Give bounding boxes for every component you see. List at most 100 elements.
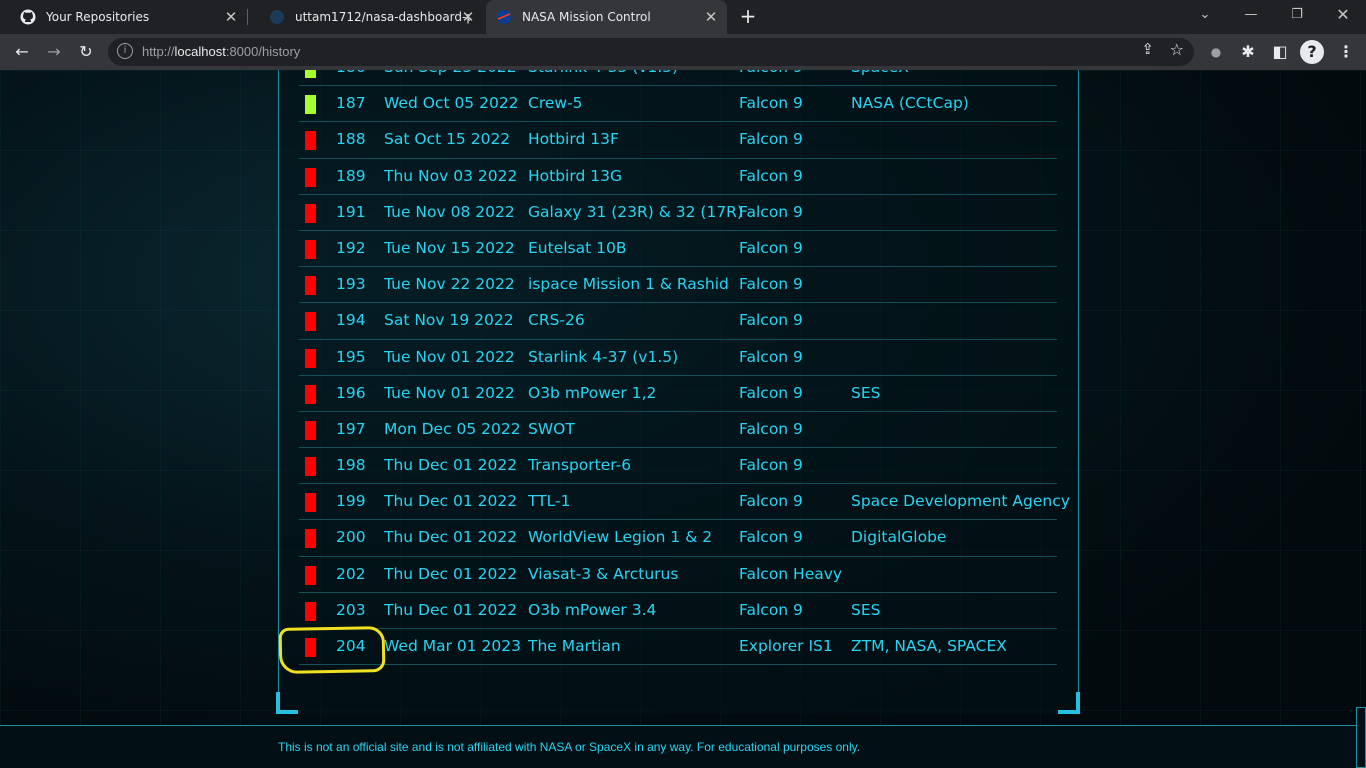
close-window-button[interactable]: ✕ (1320, 0, 1366, 30)
failure-indicator (305, 493, 316, 513)
launch-history-table: 186 Sun Sep 25 2022 Starlink 4-35 (v1.5) Fa… (299, 70, 1070, 666)
rocket-name: Falcon 9 (739, 311, 803, 330)
restore-button[interactable]: ❐ (1274, 0, 1320, 30)
launch-date: Tue Nov 01 2022 (384, 383, 515, 402)
mission-name: Starlink 4-35 (v1.5) (528, 70, 678, 76)
failure-indicator (305, 203, 316, 223)
table-row: 194 Sat Nov 19 2022 CRS-26 Falcon 9 (299, 303, 1057, 340)
mission-name: ispace Mission 1 & Rashid (528, 275, 729, 294)
mission-name: CRS-26 (528, 311, 585, 330)
bookmark-star-icon[interactable]: ☆ (1170, 40, 1184, 59)
extensions-puzzle-icon[interactable]: ✱ (1236, 40, 1260, 64)
site-info-icon[interactable]: i (117, 43, 133, 59)
launch-date: Thu Dec 01 2022 (384, 564, 518, 583)
tab-your-repositories[interactable]: Your Repositories ✕ (0, 0, 247, 34)
address-bar[interactable]: i http://localhost:8000/history ⇪ ☆ (108, 38, 1194, 66)
mission-name: Crew-5 (528, 94, 583, 113)
mission-name: TTL-1 (528, 492, 571, 511)
launch-date: Thu Nov 03 2022 (384, 166, 518, 185)
failure-indicator (305, 601, 316, 621)
forward-arrow-icon[interactable]: → (42, 40, 66, 64)
reload-icon[interactable]: ↻ (74, 40, 98, 64)
mission-name: O3b mPower 1,2 (528, 383, 657, 402)
mission-name: Hotbird 13F (528, 130, 619, 149)
failure-indicator (305, 529, 316, 549)
flight-number: 195 (336, 347, 366, 366)
url-text: http://localhost:8000/history (142, 44, 301, 59)
success-indicator (305, 95, 316, 115)
mission-name: Hotbird 13G (528, 166, 622, 185)
rocket-name: Falcon 9 (739, 347, 803, 366)
table-row: 195 Tue Nov 01 2022 Starlink 4-37 (v1.5) Fa… (299, 340, 1057, 376)
tab-title: NASA Mission Control (522, 10, 651, 24)
mission-name: The Martian (528, 637, 621, 655)
tab-nasa-mission-control[interactable]: NASA Mission Control ✕ (486, 0, 727, 34)
mission-name: Transporter-6 (528, 456, 632, 475)
new-tab-button[interactable]: + (736, 5, 760, 29)
rocket-name: Falcon 9 (739, 166, 803, 185)
page-footer: This is not an official site and is not … (0, 725, 1366, 768)
launch-date: Thu Dec 01 2022 (384, 600, 518, 619)
customers: ZTM, NASA, SPACEX (851, 637, 1007, 655)
table-row: 203 Thu Dec 01 2022 O3b mPower 3.4 Falcon 9… (299, 593, 1057, 629)
mission-name: Eutelsat 10B (528, 238, 627, 257)
tab-title: uttam1712/nasa-dashboard-proj (295, 10, 470, 24)
table-row: 193 Tue Nov 22 2022 ispace Mission 1 & Ras… (299, 267, 1057, 304)
failure-indicator (305, 167, 316, 187)
launch-date: Thu Dec 01 2022 (384, 528, 518, 547)
rocket-name: Falcon Heavy (739, 564, 843, 583)
browser-menu-icon[interactable]: ⋮ (1334, 40, 1358, 64)
launch-date: Tue Nov 08 2022 (384, 202, 515, 221)
github-icon (20, 9, 36, 25)
tab-nasa-dashboard-repo[interactable]: uttam1712/nasa-dashboard-proj ✕ (249, 0, 484, 34)
close-tab-icon[interactable]: ✕ (460, 9, 476, 25)
table-row: 197 Mon Dec 05 2022 SWOT Falcon 9 (299, 412, 1057, 449)
close-tab-icon[interactable]: ✕ (703, 9, 719, 25)
failure-indicator (305, 457, 316, 477)
flight-number: 186 (336, 70, 366, 76)
customers: Space Development Agency (851, 492, 1070, 511)
launch-date: Sun Sep 25 2022 (384, 70, 517, 76)
mission-name: WorldView Legion 1 & 2 (528, 528, 713, 547)
mission-name: Starlink 4-37 (v1.5) (528, 347, 679, 366)
flight-number: 202 (336, 564, 366, 583)
table-row: 200 Thu Dec 01 2022 WorldView Legion 1 & 2… (299, 520, 1057, 557)
flight-number: 198 (336, 456, 366, 475)
table-row: 204 Wed Mar 01 2023 The Martian Explorer IS… (299, 629, 1057, 666)
rocket-name: Falcon 9 (739, 456, 803, 475)
rocket-name: Falcon 9 (739, 130, 803, 149)
success-indicator (305, 70, 316, 78)
flight-number: 188 (336, 130, 366, 149)
rocket-name: Falcon 9 (739, 600, 803, 619)
failure-indicator (305, 239, 316, 259)
rocket-name: Falcon 9 (739, 94, 803, 113)
rocket-name: Falcon 9 (739, 419, 803, 438)
profile-avatar-icon[interactable]: ? (1300, 40, 1324, 64)
footer-disclaimer: This is not an official site and is not … (278, 740, 861, 754)
customers: SES (851, 383, 881, 402)
flight-number: 197 (336, 419, 366, 438)
tab-search-chevron-icon[interactable]: ⌄ (1182, 0, 1228, 30)
side-panel-icon[interactable]: ◧ (1268, 40, 1292, 64)
launch-date: Thu Dec 01 2022 (384, 456, 518, 475)
launch-date: Sat Nov 19 2022 (384, 311, 514, 330)
launch-date: Sat Oct 15 2022 (384, 130, 511, 149)
minimize-button[interactable]: — (1228, 0, 1274, 30)
flight-number: 194 (336, 311, 366, 330)
mission-name: SWOT (528, 419, 575, 438)
table-row: 186 Sun Sep 25 2022 Starlink 4-35 (v1.5) Fa… (299, 70, 1057, 87)
extension-flask-icon[interactable]: ● (1204, 40, 1228, 64)
flight-number: 203 (336, 600, 366, 619)
customers: SES (851, 600, 881, 619)
table-row: 192 Tue Nov 15 2022 Eutelsat 10B Falcon 9 (299, 231, 1057, 268)
rocket-name: Falcon 9 (739, 275, 803, 294)
failure-indicator (305, 384, 316, 404)
table-row: 191 Tue Nov 08 2022 Galaxy 31 (23R) & 32 (… (299, 195, 1057, 231)
launch-date: Tue Nov 15 2022 (384, 238, 515, 257)
close-tab-icon[interactable]: ✕ (223, 9, 239, 25)
back-arrow-icon[interactable]: ← (10, 40, 34, 64)
table-row: 189 Thu Nov 03 2022 Hotbird 13G Falcon 9 (299, 159, 1057, 195)
share-icon[interactable]: ⇪ (1141, 40, 1154, 58)
failure-indicator (305, 276, 316, 296)
tab-title: Your Repositories (46, 10, 150, 24)
